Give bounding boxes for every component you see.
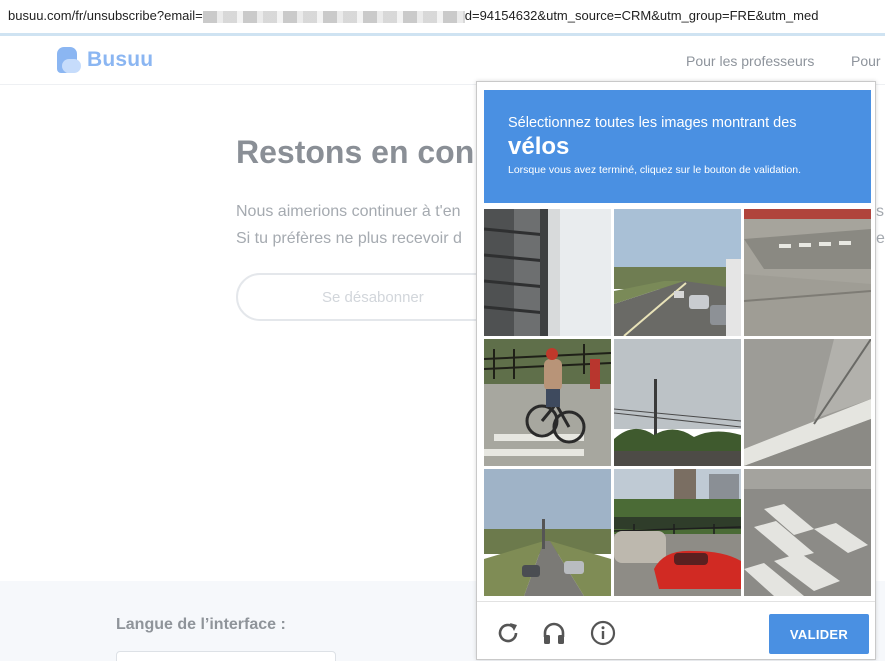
address-bar-focus-ring [0,33,885,36]
captcha-tile-8-parked-cars[interactable] [614,469,741,596]
captcha-tile-9-zebra[interactable] [744,469,871,596]
reload-icon[interactable] [495,620,521,646]
captcha-instruction-text: Sélectionnez toutes les images montrant … [508,115,797,131]
captcha-tile-7-road-cars[interactable] [484,469,611,596]
page: busuu.com/fr/unsubscribe?email= d=9415463… [0,0,885,661]
busuu-logo[interactable]: Busuu [57,47,153,73]
captcha-target-object: vélos [508,133,570,160]
captcha-footer: VALIDER [477,601,875,659]
redacted-email [202,10,465,23]
verify-button[interactable]: VALIDER [769,614,869,654]
nav-link-teachers[interactable]: Pour les professeurs [686,53,814,69]
intro-line-2-tail: es [876,230,885,247]
intro-line-1: Nous aimerions continuer à t'en [236,203,461,220]
audio-headphones-icon[interactable] [541,620,567,646]
captcha-tile-1-building[interactable] [484,209,611,336]
captcha-tile-3-crosswalk[interactable] [744,209,871,336]
address-url[interactable]: busuu.com/fr/unsubscribe?email= d=9415463… [8,8,818,23]
captcha-tile-2-highway[interactable] [614,209,741,336]
busuu-logo-icon [57,47,81,73]
url-suffix: d=94154632&utm_source=CRM&utm_group=FRE&… [464,8,819,23]
nav-link-pour[interactable]: Pour [851,53,881,69]
url-prefix: busuu.com/fr/unsubscribe?email= [8,8,203,23]
captcha-image-grid [484,209,871,596]
logo-text: Busuu [87,48,154,71]
interface-language-label: Langue de l’interface : [116,616,286,633]
recaptcha-challenge: Sélectionnez toutes les images montrant … [476,81,876,660]
captcha-tile-5-sky-trees[interactable] [614,339,741,466]
browser-address-bar[interactable]: busuu.com/fr/unsubscribe?email= d=9415463… [0,0,885,36]
site-header: Busuu Pour les professeurs Pour [0,37,885,85]
captcha-tile-6-pavement[interactable] [744,339,871,466]
captcha-hint: Lorsque vous avez terminé, cliquez sur l… [508,164,802,176]
captcha-instructions: Sélectionnez toutes les images montrant … [484,90,871,203]
info-icon[interactable] [590,620,616,646]
captcha-tile-4-cyclist[interactable] [484,339,611,466]
intro-line-2: Si tu préfères ne plus recevoir d [236,230,462,247]
intro-line-1-tail: s [876,203,884,220]
page-title: Restons en con [236,134,475,170]
interface-language-select[interactable] [116,651,336,661]
